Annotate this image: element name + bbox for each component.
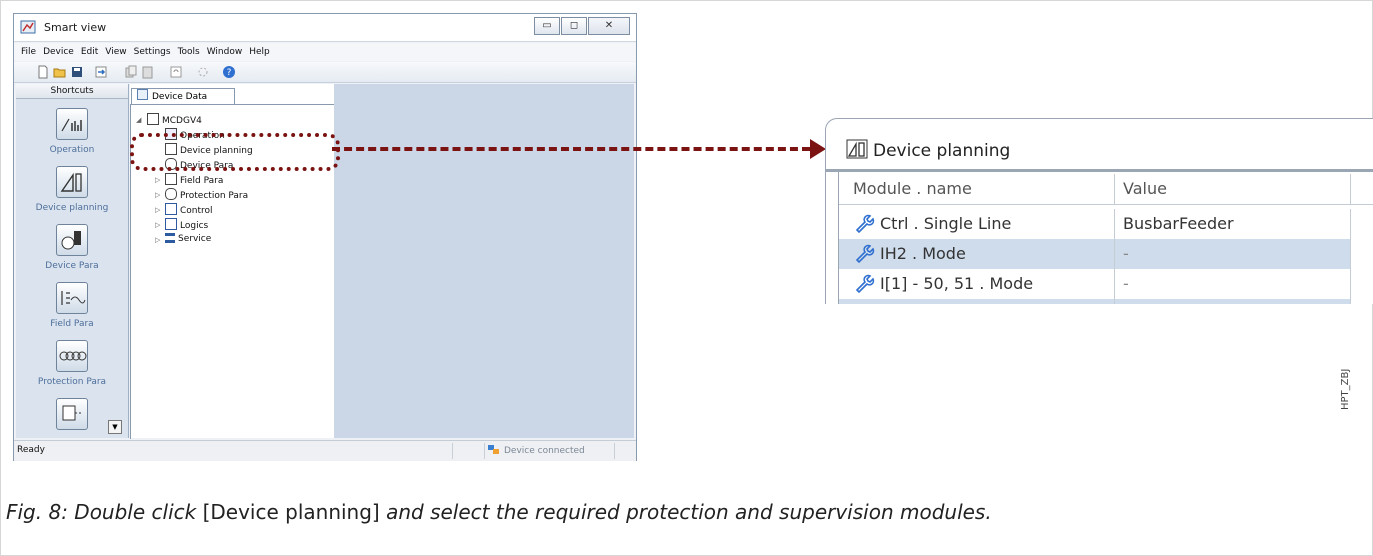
transfer-icon[interactable] bbox=[94, 65, 108, 79]
tree-item-logics[interactable]: Logics bbox=[165, 218, 208, 231]
status-bar: Ready Device connected bbox=[14, 440, 636, 461]
expand-icon[interactable]: ▷ bbox=[155, 176, 160, 184]
tree-item-control[interactable]: Control bbox=[165, 203, 213, 216]
table-header: Module . name Value bbox=[839, 174, 1373, 205]
settings-tool-icon[interactable] bbox=[196, 65, 210, 79]
device-data-icon bbox=[137, 89, 148, 100]
device-connected-icon bbox=[488, 445, 499, 454]
table-row bbox=[839, 299, 1373, 304]
help-icon[interactable]: ? bbox=[222, 65, 236, 79]
figure-caption: Fig. 8: Double click [Device planning] a… bbox=[6, 500, 992, 524]
figure-id: HPT_ZBJ bbox=[1340, 368, 1351, 410]
title-bar[interactable]: Smart view ▭ ◻ ✕ bbox=[14, 14, 636, 42]
table-row[interactable]: IH2 . Mode - bbox=[839, 239, 1373, 269]
menu-tools[interactable]: Tools bbox=[178, 47, 200, 57]
highlight-device-planning bbox=[130, 133, 340, 171]
device-planning-icon bbox=[846, 139, 868, 159]
tree-item-service[interactable]: Service bbox=[165, 233, 211, 244]
expand-icon[interactable]: ▷ bbox=[155, 236, 160, 244]
folder-icon bbox=[147, 113, 159, 125]
copy-icon[interactable] bbox=[124, 65, 138, 79]
column-header-module[interactable]: Module . name bbox=[839, 174, 1115, 204]
menu-settings[interactable]: Settings bbox=[134, 47, 171, 57]
service-icon bbox=[165, 233, 175, 243]
save-icon[interactable] bbox=[70, 65, 84, 79]
zoom-title: Device planning bbox=[846, 139, 1010, 161]
shortcut-device-planning[interactable]: Device planning bbox=[16, 166, 128, 213]
wrench-icon bbox=[855, 214, 875, 234]
wrench-icon bbox=[855, 244, 875, 264]
field-para-icon bbox=[165, 173, 177, 185]
status-divider bbox=[614, 443, 615, 459]
callout-arrow-head bbox=[810, 139, 826, 159]
expand-icon[interactable]: ▷ bbox=[155, 221, 160, 229]
control-icon bbox=[56, 398, 88, 430]
operation-icon bbox=[56, 108, 88, 140]
device-planning-table: Module . name Value Ctrl . Single Line B… bbox=[838, 172, 1373, 304]
smart-view-window: Smart view ▭ ◻ ✕ File Device Edit View S… bbox=[13, 13, 637, 461]
status-ready: Ready bbox=[17, 445, 45, 455]
minimize-button[interactable]: ▭ bbox=[534, 17, 560, 35]
shortcut-operation[interactable]: Operation bbox=[16, 108, 128, 155]
status-connection: Device connected bbox=[488, 445, 585, 456]
menu-help[interactable]: Help bbox=[249, 47, 270, 57]
caption-suffix: and select the required protection and s… bbox=[386, 500, 992, 524]
new-file-icon[interactable] bbox=[36, 65, 50, 79]
svg-text:?: ? bbox=[227, 68, 232, 78]
workspace-area bbox=[334, 84, 634, 438]
window-title: Smart view bbox=[44, 21, 107, 34]
protection-para-icon bbox=[56, 340, 88, 372]
table-row[interactable]: Ctrl . Single Line BusbarFeeder bbox=[839, 209, 1373, 239]
shortcuts-panel: Shortcuts Operation Device planning Devi… bbox=[16, 84, 129, 438]
tree-item-field-para[interactable]: Field Para bbox=[165, 173, 223, 186]
shortcuts-scroll-down-button[interactable]: ▼ bbox=[108, 420, 122, 434]
wrench-icon bbox=[855, 274, 875, 294]
expand-icon[interactable]: ▷ bbox=[155, 191, 160, 199]
menu-edit[interactable]: Edit bbox=[81, 47, 98, 57]
logics-icon bbox=[165, 218, 177, 230]
caption-bracket: [Device planning] bbox=[202, 500, 380, 524]
caption-prefix: Fig. 8: Double click bbox=[6, 500, 197, 524]
paste-icon[interactable] bbox=[141, 65, 155, 79]
open-folder-icon[interactable] bbox=[53, 65, 67, 79]
field-para-icon bbox=[56, 282, 88, 314]
refresh-icon[interactable] bbox=[169, 65, 183, 79]
status-divider bbox=[452, 443, 453, 459]
app-icon bbox=[20, 20, 36, 34]
column-header-value[interactable]: Value bbox=[1115, 174, 1351, 204]
table-row[interactable]: I[1] - 50, 51 . Mode - bbox=[839, 269, 1373, 299]
status-divider bbox=[484, 443, 485, 459]
menu-file[interactable]: File bbox=[21, 47, 36, 57]
control-icon bbox=[165, 203, 177, 215]
expand-icon[interactable]: ▷ bbox=[155, 206, 160, 214]
device-para-icon bbox=[56, 224, 88, 256]
menu-device[interactable]: Device bbox=[43, 47, 74, 57]
tree-item-protection-para[interactable]: Protection Para bbox=[165, 188, 248, 201]
protection-para-icon bbox=[165, 188, 177, 200]
tab-device-data[interactable]: Device Data bbox=[131, 88, 235, 105]
shortcut-field-para[interactable]: Field Para bbox=[16, 282, 128, 329]
device-planning-icon bbox=[56, 166, 88, 198]
close-button[interactable]: ✕ bbox=[588, 17, 630, 35]
window-controls: ▭ ◻ ✕ bbox=[533, 17, 630, 35]
tree-root[interactable]: MCDGV4 bbox=[147, 113, 202, 126]
menu-window[interactable]: Window bbox=[207, 47, 243, 57]
menu-view[interactable]: View bbox=[105, 47, 126, 57]
collapse-icon[interactable]: ◢ bbox=[136, 116, 141, 124]
device-planning-zoom: Device planning Module . name Value Ctrl… bbox=[825, 118, 1373, 304]
shortcut-device-para[interactable]: Device Para bbox=[16, 224, 128, 271]
shortcut-protection-para[interactable]: Protection Para bbox=[16, 340, 128, 387]
shortcuts-header: Shortcuts bbox=[16, 84, 128, 99]
maximize-button[interactable]: ◻ bbox=[561, 17, 587, 35]
toolbar: ? bbox=[14, 62, 636, 83]
menu-bar: File Device Edit View Settings Tools Win… bbox=[14, 43, 636, 61]
callout-arrow-line bbox=[332, 147, 810, 151]
